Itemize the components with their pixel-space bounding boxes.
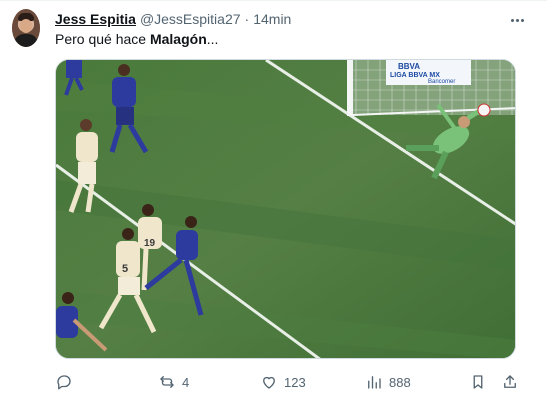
bookmark-icon [473, 375, 483, 389]
like-button[interactable]: 123 [260, 369, 306, 395]
tweet-media-photo[interactable]: BBVA LIGA BBVA MX Bancomer 19 5 [55, 59, 516, 359]
views-icon [368, 376, 381, 389]
more-icon[interactable] [507, 10, 527, 30]
jersey-number-5: 5 [122, 263, 128, 275]
separator-dot: · [244, 11, 250, 27]
share-button[interactable] [501, 369, 519, 395]
ad-line-1: BBVA [398, 62, 420, 71]
heart-icon [263, 376, 275, 389]
share-icon [504, 375, 516, 388]
reply-icon [57, 375, 71, 390]
tweet-text-suffix: ... [206, 31, 219, 47]
author-name[interactable]: Jess Espitia [55, 11, 136, 27]
views-button[interactable]: 888 [365, 369, 411, 395]
tweet-header: Jess Espitia @JessEspitia27 · 14min [55, 11, 291, 29]
action-bar: 4 123 888 [55, 369, 525, 395]
tweet-text-prefix: Pero qué hace [55, 31, 150, 47]
tweet-text-bold[interactable]: Malagón [150, 31, 207, 47]
jersey-number-19: 19 [144, 238, 156, 249]
reply-button[interactable] [55, 369, 79, 395]
retweet-icon [160, 376, 174, 388]
soccer-photo: BBVA LIGA BBVA MX Bancomer 19 5 [56, 60, 515, 358]
views-count: 888 [389, 374, 411, 390]
retweet-button[interactable]: 4 [158, 369, 189, 395]
tweet-time[interactable]: 14min [253, 11, 291, 27]
bookmark-button[interactable] [469, 369, 487, 395]
avatar[interactable] [12, 9, 40, 47]
tweet-card[interactable]: Jess Espitia @JessEspitia27 · 14min Pero… [0, 0, 547, 403]
author-handle[interactable]: @JessEspitia27 [140, 11, 241, 27]
retweet-count: 4 [182, 374, 190, 390]
ad-line-2: LIGA BBVA MX [390, 72, 440, 79]
ad-line-3: Bancomer [428, 79, 455, 85]
like-count: 123 [284, 374, 306, 390]
tweet-text: Pero qué hace Malagón... [55, 31, 218, 47]
